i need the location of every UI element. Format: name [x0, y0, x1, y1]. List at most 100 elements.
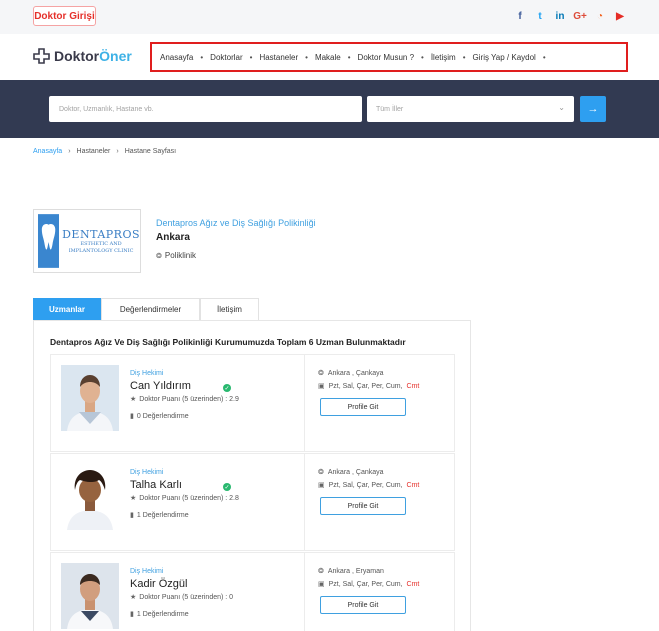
city-select[interactable]: Tüm İller ⌄ — [367, 96, 574, 122]
doctor-location-text: Ankara , Çankaya — [327, 369, 384, 377]
doctor-working-days: ▣ Pzt, Sal, Çar, Per, Cum, Cmt — [318, 382, 420, 391]
nav-item[interactable]: İletişim — [431, 53, 456, 62]
clinic-type: ❂ Poliklinik — [156, 251, 196, 260]
star-icon: ★ — [130, 396, 137, 403]
doctor-score-text: Doktor Puanı (5 üzerinden) : 2.8 — [139, 494, 239, 502]
clipboard-icon: ▮ — [130, 413, 134, 420]
doctor-reviews-text: 1 Değerlendirme — [136, 610, 189, 618]
nav-item[interactable]: Makale — [315, 53, 341, 62]
medical-cross-icon — [33, 48, 50, 64]
search-input[interactable]: Doktor, Uzmanlık, Hastane vb. — [49, 96, 362, 122]
doctor-score-text: Doktor Puanı (5 üzerinden) : 0 — [139, 593, 234, 601]
breadcrumb-current: Hastane Sayfası — [124, 148, 177, 155]
google-plus-icon[interactable]: G+ — [573, 10, 587, 22]
experts-panel: Dentapros Ağız Ve Diş Sağlığı Polikinliğ… — [33, 320, 471, 631]
rss-icon[interactable]: ◔ — [595, 10, 605, 22]
building-icon: ❂ — [318, 469, 324, 476]
chevron-right-icon: › — [68, 148, 71, 155]
panel-title: Dentapros Ağız Ve Diş Sağlığı Polikinliğ… — [50, 337, 406, 347]
site-logo[interactable]: DoktorÖner — [33, 48, 132, 64]
doctor-days-text: Pzt, Sal, Çar, Per, Cum, — [328, 481, 403, 489]
card-divider — [304, 553, 305, 631]
doctor-name[interactable]: Talha Karlı — [130, 479, 182, 491]
nav-item[interactable]: Giriş Yap / Kaydol — [473, 53, 536, 62]
calendar-icon: ▣ — [318, 383, 325, 390]
building-icon: ❂ — [318, 370, 324, 377]
clipboard-icon: ▮ — [130, 611, 134, 618]
chevron-down-icon: ⌄ — [558, 103, 565, 112]
doctor-card: Diş Hekimi Talha Karlı ✓ ★ Doktor Puanı … — [50, 453, 455, 551]
logo-text: DoktorÖner — [54, 48, 132, 64]
linkedin-icon[interactable]: in — [555, 10, 565, 22]
main-nav: Anasayfa • Doktorlar • Hastaneler • Makale • Dok… — [150, 42, 628, 72]
verified-check-icon: ✓ — [223, 384, 231, 392]
nav-item[interactable]: Doktor Musun ? — [358, 53, 414, 62]
star-icon: ★ — [130, 594, 137, 601]
doctor-working-days: ▣ Pzt, Sal, Çar, Per, Cum, Cmt — [318, 481, 420, 490]
facebook-icon[interactable]: f — [515, 10, 525, 22]
doctor-login-button[interactable]: Doktor Girişi — [33, 6, 96, 26]
tab-reviews[interactable]: Değerlendirmeler — [101, 298, 200, 320]
tooth-icon — [38, 214, 60, 268]
doctor-location: ❂ Ankara , Çankaya — [318, 369, 384, 378]
doctor-location-text: Ankara , Eryaman — [327, 567, 384, 575]
doctor-score: ★ Doktor Puanı (5 üzerinden) : 2.8 — [130, 494, 239, 503]
breadcrumb: Anasayfa › Hastaneler › Hastane Sayfası — [33, 148, 176, 155]
calendar-icon: ▣ — [318, 581, 325, 588]
clinic-logo: DENTAPROS ESTHETIC AND IMPLANTOLOGY CLIN… — [33, 209, 141, 273]
profile-button[interactable]: Profile Git — [320, 497, 406, 515]
clinic-logo-text: DENTAPROS ESTHETIC AND IMPLANTOLOGY CLIN… — [62, 227, 140, 254]
doctor-name[interactable]: Can Yıldırım — [130, 380, 191, 392]
building-icon: ❂ — [156, 252, 162, 260]
doctor-location: ❂ Ankara , Çankaya — [318, 468, 384, 477]
nav-separator: • — [249, 52, 253, 62]
nav-item[interactable]: Anasayfa — [160, 53, 193, 62]
doctor-specialty: Diş Hekimi — [130, 469, 164, 476]
verified-check-icon: ✓ — [223, 483, 231, 491]
youtube-icon[interactable]: ▶ — [615, 10, 625, 22]
tab-experts[interactable]: Uzmanlar — [33, 298, 101, 320]
twitter-icon[interactable]: t — [535, 10, 545, 22]
doctor-location: ❂ Ankara , Eryaman — [318, 567, 384, 576]
breadcrumb-hospitals-link[interactable]: Hastaneler — [77, 148, 111, 155]
profile-button[interactable]: Profile Git — [320, 398, 406, 416]
nav-separator: • — [421, 52, 424, 62]
calendar-icon: ▣ — [318, 482, 325, 489]
arrow-right-icon: → — [587, 103, 599, 115]
star-icon: ★ — [130, 495, 137, 502]
doctor-days-text: Pzt, Sal, Çar, Per, Cum, — [328, 382, 403, 390]
nav-item[interactable]: Doktorlar — [210, 53, 242, 62]
city-select-value: Tüm İller — [376, 105, 404, 113]
top-bar: Doktor Girişi f t in G+ ◔ ▶ — [0, 0, 659, 34]
nav-separator: • — [347, 52, 351, 62]
doctor-reviews: ▮ 0 Değerlendirme — [130, 412, 189, 421]
nav-item[interactable]: Hastaneler — [259, 53, 298, 62]
doctor-card: Diş Hekimi Can Yıldırım ✓ ★ Doktor Puanı… — [50, 354, 455, 452]
nav-separator: • — [462, 52, 466, 62]
doctor-days-highlight: Cmt — [406, 382, 420, 390]
nav-separator: • — [305, 52, 308, 62]
breadcrumb-home-link[interactable]: Anasayfa — [33, 148, 62, 155]
doctor-days-highlight: Cmt — [406, 481, 420, 489]
site-header: DoktorÖner Anasayfa • Doktorlar • Hastaneler… — [0, 34, 659, 80]
doctor-score-text: Doktor Puanı (5 üzerinden) : 2.9 — [139, 395, 239, 403]
chevron-right-icon: › — [116, 148, 119, 155]
doctor-working-days: ▣ Pzt, Sal, Çar, Per, Cum, Cmt — [318, 580, 419, 589]
tab-contact[interactable]: İletişim — [200, 298, 259, 320]
doctor-name[interactable]: Kadir Özgül — [130, 578, 187, 590]
profile-button[interactable]: Profile Git — [320, 596, 406, 614]
doctor-score: ★ Doktor Puanı (5 üzerinden) : 2.9 — [130, 395, 239, 404]
search-button[interactable]: → — [580, 96, 606, 122]
doctor-location-text: Ankara , Çankaya — [327, 468, 384, 476]
doctor-specialty: Diş Hekimi — [130, 568, 164, 575]
doctor-photo — [61, 365, 119, 431]
doctor-photo — [61, 563, 119, 629]
clinic-type-label: Poliklinik — [164, 251, 196, 260]
building-icon: ❂ — [318, 568, 324, 575]
card-divider — [304, 355, 305, 451]
clinic-name: Dentapros Ağız ve Diş Sağlığı Polikinliğ… — [156, 218, 316, 228]
nav-separator: • — [200, 52, 204, 62]
doctor-photo — [61, 464, 119, 530]
search-band: Doktor, Uzmanlık, Hastane vb. Tüm İller … — [0, 80, 659, 138]
doctor-reviews: ▮ 1 Değerlendirme — [130, 511, 189, 520]
